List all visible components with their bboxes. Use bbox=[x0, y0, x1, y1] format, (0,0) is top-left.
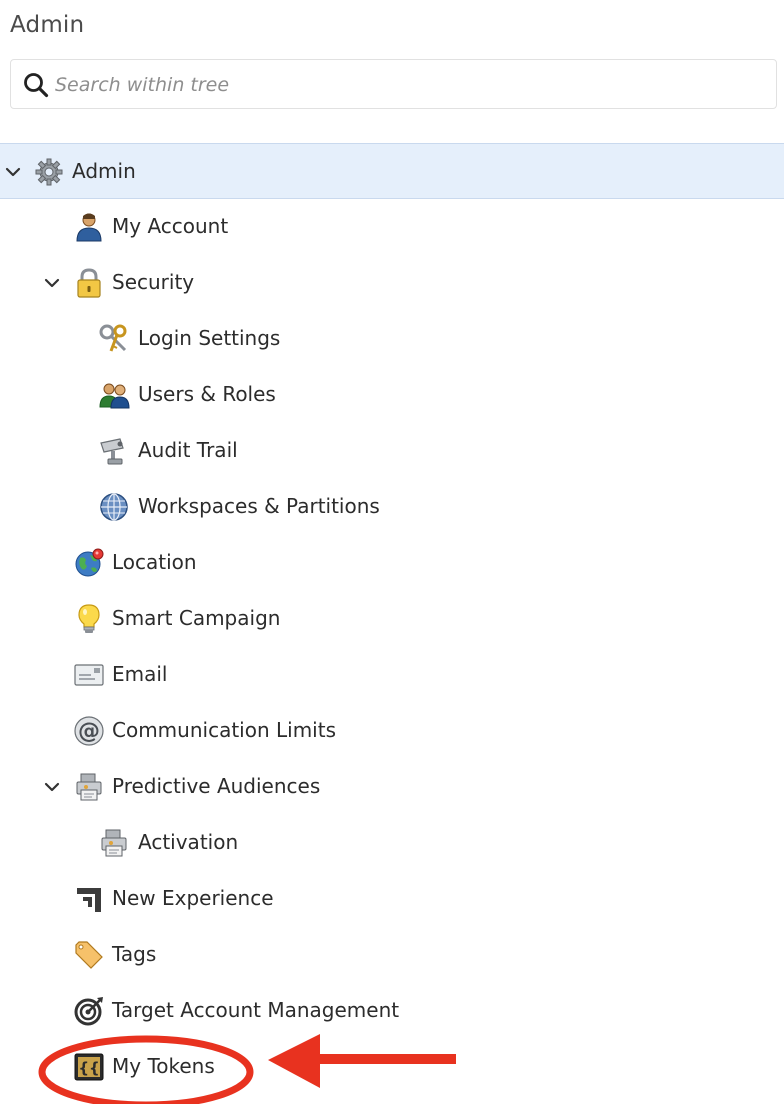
tree-item-label: Workspaces & Partitions bbox=[138, 494, 380, 518]
chevron-down-icon[interactable] bbox=[4, 163, 22, 181]
camera-icon bbox=[100, 438, 124, 465]
tree-item-label: Email bbox=[112, 662, 168, 686]
svg-text:@: @ bbox=[78, 719, 100, 744]
tree-item-tags[interactable]: Tags bbox=[0, 927, 784, 983]
tag-icon bbox=[75, 941, 103, 969]
search-box[interactable] bbox=[10, 59, 777, 109]
tree-item-email[interactable]: Email bbox=[0, 647, 784, 703]
target-icon bbox=[74, 997, 103, 1026]
annotation-arrow bbox=[268, 1034, 456, 1088]
globe-grid-icon bbox=[100, 493, 128, 521]
tree-item-label: New Experience bbox=[112, 886, 274, 910]
tree-item-activation[interactable]: Activation bbox=[0, 815, 784, 871]
users-icon bbox=[99, 383, 130, 409]
tree-item-users-roles[interactable]: Users & Roles bbox=[0, 367, 784, 423]
tree-item-workspaces-partitions[interactable]: Workspaces & Partitions bbox=[0, 479, 784, 535]
corner-bracket-icon bbox=[77, 888, 101, 912]
annotation-ellipse bbox=[38, 1035, 254, 1104]
tree-item-new-experience[interactable]: New Experience bbox=[0, 871, 784, 927]
envelope-icon bbox=[74, 664, 104, 686]
audience-icon bbox=[76, 773, 102, 801]
tree-item-label: Smart Campaign bbox=[112, 606, 281, 630]
audience-icon bbox=[101, 829, 127, 857]
key-icon bbox=[99, 324, 127, 352]
chevron-down-icon[interactable] bbox=[43, 274, 61, 292]
user-icon bbox=[76, 213, 102, 242]
tree-item-label: Audit Trail bbox=[138, 438, 238, 462]
tree-item-label: Login Settings bbox=[138, 326, 281, 350]
tree-item-label: Activation bbox=[138, 830, 239, 854]
tree-item-audit-trail[interactable]: Audit Trail bbox=[0, 423, 784, 479]
gear-icon bbox=[35, 158, 63, 186]
lightbulb-icon bbox=[78, 604, 100, 633]
tree-item-label: Predictive Audiences bbox=[112, 774, 321, 798]
tree-item-communication-limits[interactable]: @ Communication Limits bbox=[0, 703, 784, 759]
at-sign-icon: @ bbox=[74, 716, 104, 746]
tree-item-label: Security bbox=[112, 270, 195, 294]
tree-item-label: Tags bbox=[112, 942, 157, 966]
tree-item-label: Target Account Management bbox=[112, 998, 400, 1022]
tree-item-my-account[interactable]: My Account bbox=[0, 199, 784, 255]
admin-tree-panel: Admin Search within tree Admin My Accoun… bbox=[0, 0, 784, 1104]
admin-tree: Admin My Account Security Login Settings… bbox=[0, 143, 784, 1095]
tree-item-security[interactable]: Security bbox=[0, 255, 784, 311]
tree-item-label: My Account bbox=[112, 214, 229, 238]
tree-item-label: Users & Roles bbox=[138, 382, 276, 406]
tree-item-predictive-audiences[interactable]: Predictive Audiences bbox=[0, 759, 784, 815]
search-icon bbox=[24, 73, 49, 98]
panel-title: Admin bbox=[10, 12, 85, 38]
tree-item-label: Admin bbox=[72, 159, 136, 183]
tree-item-login-settings[interactable]: Login Settings bbox=[0, 311, 784, 367]
globe-pin-icon bbox=[75, 548, 104, 577]
tree-item-admin[interactable]: Admin bbox=[0, 143, 784, 199]
chevron-down-icon[interactable] bbox=[43, 778, 61, 796]
tree-item-label: Communication Limits bbox=[112, 718, 336, 742]
search-input[interactable] bbox=[55, 68, 755, 102]
tree-item-label: Location bbox=[112, 550, 197, 574]
lock-icon bbox=[77, 268, 101, 298]
tree-item-smart-campaign[interactable]: Smart Campaign bbox=[0, 591, 784, 647]
tree-item-location[interactable]: Location bbox=[0, 535, 784, 591]
